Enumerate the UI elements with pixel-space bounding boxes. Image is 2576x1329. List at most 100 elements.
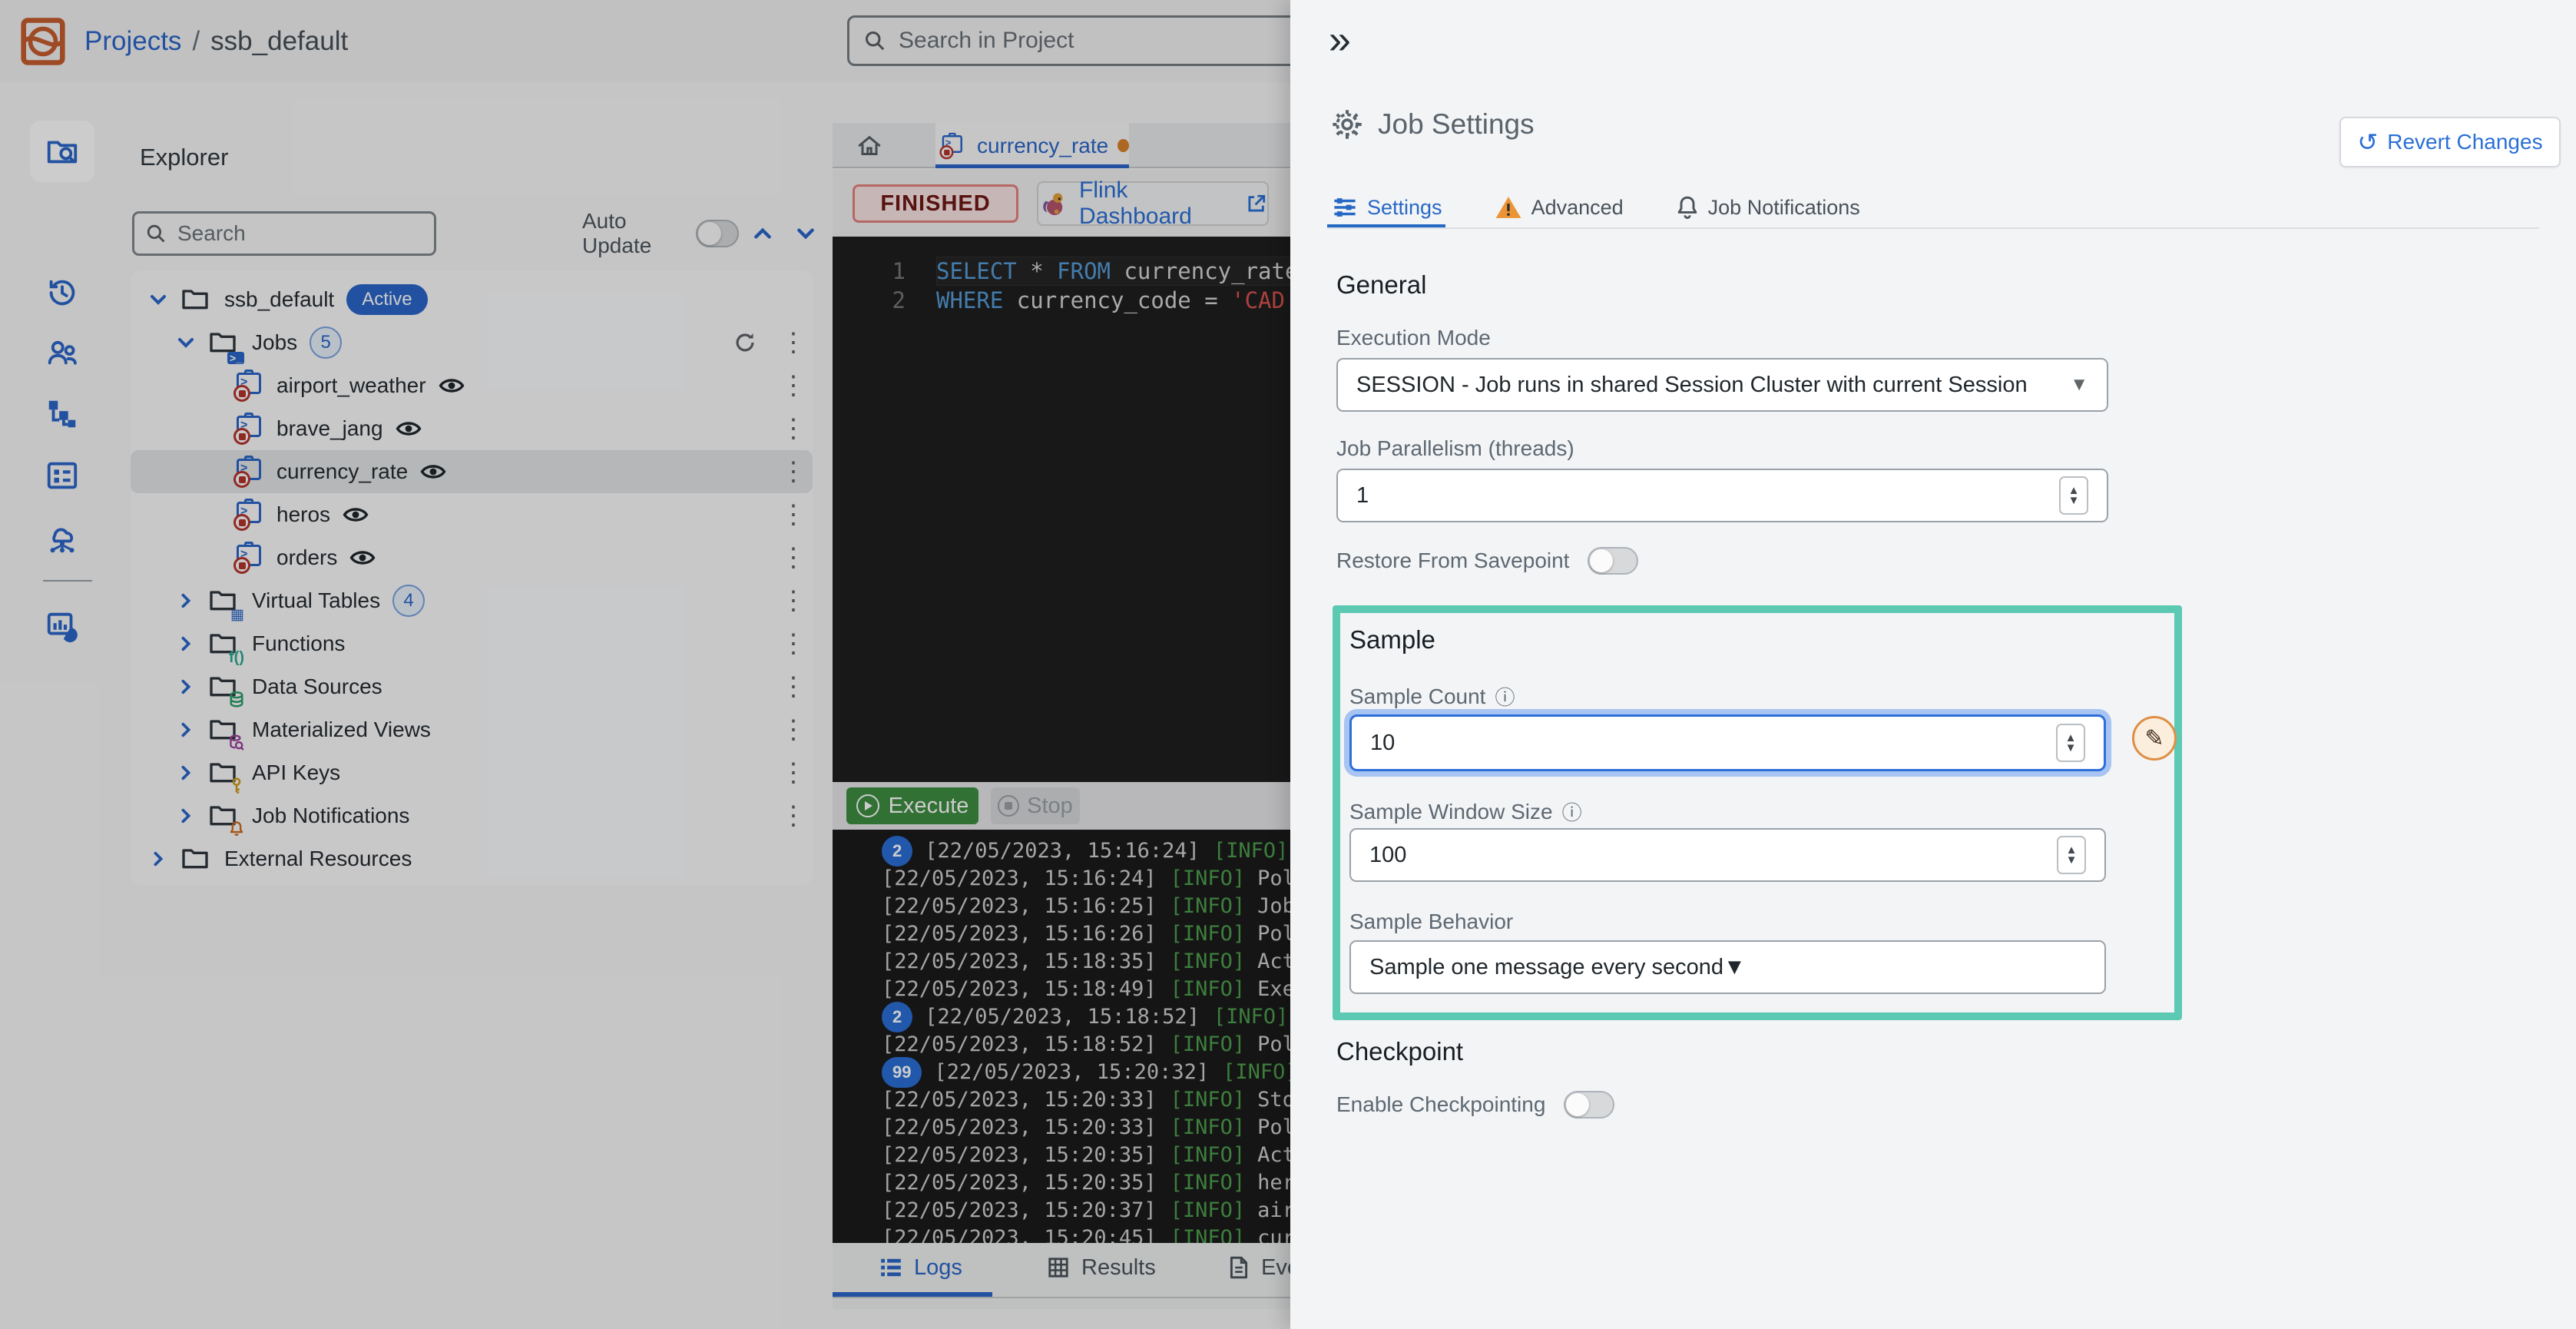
rail-history-button[interactable] xyxy=(30,262,94,323)
restore-savepoint-toggle[interactable] xyxy=(1588,547,1638,575)
tree-item-job[interactable]: > orders ⋮ xyxy=(131,536,813,579)
forms-grid-icon xyxy=(45,458,80,493)
tree-item-label: Virtual Tables xyxy=(252,588,380,613)
number-stepper[interactable]: ▲▼ xyxy=(2056,724,2085,762)
revert-changes-button[interactable]: ↺ Revert Changes xyxy=(2339,117,2561,167)
external-link-icon xyxy=(1246,192,1267,215)
kebab-menu-icon[interactable]: ⋮ xyxy=(774,714,813,745)
table-icon xyxy=(1046,1255,1071,1280)
tab-logs[interactable]: Logs xyxy=(879,1243,962,1292)
chevron-down-icon[interactable] xyxy=(177,333,195,352)
eye-icon[interactable] xyxy=(420,462,446,482)
kebab-menu-icon[interactable]: ⋮ xyxy=(774,585,813,616)
kebab-menu-icon[interactable]: ⋮ xyxy=(774,327,813,358)
sample-window-size-input[interactable]: 100 ▲▼ xyxy=(1349,828,2106,882)
stop-icon xyxy=(998,795,1019,817)
tree-item-label: airport_weather xyxy=(276,373,426,398)
functions-folder-icon: f() xyxy=(207,628,240,660)
project-search-input[interactable] xyxy=(899,28,1229,54)
function-badge-icon: f() xyxy=(229,650,244,665)
info-icon[interactable]: ⓘ xyxy=(1495,682,1515,711)
rail-users-button[interactable] xyxy=(30,322,94,383)
execute-button[interactable]: Execute xyxy=(846,787,978,824)
tree-item-external-resources[interactable]: External Resources xyxy=(131,837,813,880)
tree-item-api-keys[interactable]: API Keys ⋮ xyxy=(131,751,813,794)
search-icon xyxy=(145,223,167,244)
line-number: 2 xyxy=(833,286,906,315)
rail-lineage-button[interactable] xyxy=(30,383,94,445)
tab-job-notifications[interactable]: Job Notifications xyxy=(1671,184,1865,230)
kebab-menu-icon[interactable]: ⋮ xyxy=(774,542,813,573)
tree-item-job[interactable]: > airport_weather ⋮ xyxy=(131,364,813,407)
chevron-right-icon[interactable] xyxy=(177,635,195,652)
chevron-down-icon: ▼ xyxy=(1723,955,1746,980)
tree-item-job-notifications[interactable]: Job Notifications ⋮ xyxy=(131,794,813,837)
sample-count-input[interactable]: 10 ▲▼ xyxy=(1349,714,2106,771)
tree-item-functions[interactable]: f() Functions ⋮ xyxy=(131,622,813,665)
number-stepper[interactable]: ▲▼ xyxy=(2057,836,2086,874)
tree-item-job[interactable]: > heros ⋮ xyxy=(131,493,813,536)
top-header: Projects / ssb_default xyxy=(0,0,1290,82)
kebab-menu-icon[interactable]: ⋮ xyxy=(774,671,813,702)
rail-explorer-button[interactable] xyxy=(30,121,94,182)
eye-icon[interactable] xyxy=(439,376,465,396)
expand-all-chevron-down-icon[interactable] xyxy=(796,224,816,244)
kebab-menu-icon[interactable]: ⋮ xyxy=(774,628,813,659)
stop-button[interactable]: Stop xyxy=(991,787,1080,824)
chevron-right-icon[interactable] xyxy=(177,764,195,781)
drawer-title: Job Settings xyxy=(1378,108,1535,141)
rail-cluster-button[interactable] xyxy=(30,506,94,568)
eye-icon[interactable] xyxy=(349,548,376,568)
tree-item-job[interactable]: > brave_jang ⋮ xyxy=(131,407,813,450)
home-tab[interactable] xyxy=(833,123,906,168)
kebab-menu-icon[interactable]: ⋮ xyxy=(774,456,813,487)
execution-mode-select[interactable]: SESSION - Job runs in shared Session Clu… xyxy=(1336,358,2108,412)
explorer-search-input[interactable] xyxy=(177,221,408,246)
tree-item-project[interactable]: ssb_default Active xyxy=(131,278,813,321)
sample-behavior-select[interactable]: Sample one message every second ▼ xyxy=(1349,940,2106,994)
kebab-menu-icon[interactable]: ⋮ xyxy=(774,757,813,788)
collapse-all-chevron-up-icon[interactable] xyxy=(753,224,773,244)
tab-currency-rate[interactable]: > currency_rate xyxy=(935,123,1129,168)
tree-item-data-sources[interactable]: Data Sources ⋮ xyxy=(131,665,813,708)
gear-icon xyxy=(1330,108,1364,141)
auto-update-toggle[interactable] xyxy=(696,220,739,247)
chevron-right-icon[interactable] xyxy=(149,850,167,867)
chevron-right-icon[interactable] xyxy=(177,592,195,609)
explorer-search-box[interactable] xyxy=(132,211,436,256)
chevron-right-icon[interactable] xyxy=(177,678,195,695)
collapse-drawer-button[interactable]: » xyxy=(1329,17,1351,63)
virtual-tables-count-badge: 4 xyxy=(392,585,425,617)
eye-icon[interactable] xyxy=(343,505,369,525)
tab-settings[interactable]: Settings xyxy=(1327,184,1447,230)
eye-icon[interactable] xyxy=(396,419,422,439)
kebab-menu-icon[interactable]: ⋮ xyxy=(774,370,813,401)
tree-item-label: orders xyxy=(276,545,337,570)
tree-item-job-selected[interactable]: > currency_rate ⋮ xyxy=(131,450,813,493)
tree-item-jobs[interactable]: >_ Jobs 5 ⋮ xyxy=(131,321,813,364)
home-icon xyxy=(856,132,883,160)
flink-dashboard-button[interactable]: Flink Dashboard xyxy=(1037,181,1269,226)
enable-checkpointing-toggle[interactable] xyxy=(1564,1091,1614,1119)
kebab-menu-icon[interactable]: ⋮ xyxy=(774,800,813,831)
kebab-menu-icon[interactable]: ⋮ xyxy=(774,413,813,444)
rail-monitoring-button[interactable] xyxy=(30,595,94,657)
job-parallelism-input[interactable]: 1 ▲▼ xyxy=(1336,469,2108,522)
tree-item-materialized-views[interactable]: Materialized Views ⋮ xyxy=(131,708,813,751)
refresh-icon[interactable] xyxy=(733,330,757,355)
rail-forms-button[interactable] xyxy=(30,445,94,506)
kebab-menu-icon[interactable]: ⋮ xyxy=(774,499,813,530)
search-icon xyxy=(863,29,886,52)
tree-item-virtual-tables[interactable]: ▦ Virtual Tables 4 ⋮ xyxy=(131,579,813,622)
number-stepper[interactable]: ▲▼ xyxy=(2059,476,2088,515)
chevron-down-icon[interactable] xyxy=(149,290,167,309)
breadcrumb-projects-link[interactable]: Projects xyxy=(84,26,181,57)
project-search-box[interactable] xyxy=(847,15,1317,66)
chevron-right-icon[interactable] xyxy=(177,807,195,824)
tab-advanced[interactable]: Advanced xyxy=(1490,184,1628,230)
info-icon[interactable]: ⓘ xyxy=(1562,797,1582,826)
ssb-logo-icon[interactable] xyxy=(18,16,68,67)
sample-window-size-label: Sample Window Size ⓘ xyxy=(1349,797,1582,826)
tab-results[interactable]: Results xyxy=(1046,1243,1156,1292)
chevron-right-icon[interactable] xyxy=(177,721,195,738)
